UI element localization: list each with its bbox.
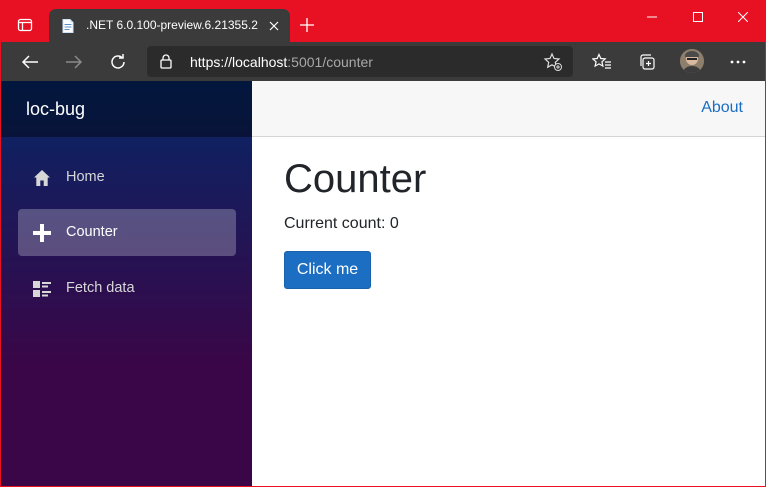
- top-row: About: [252, 81, 765, 137]
- address-bar[interactable]: https://localhost:5001/counter: [147, 46, 573, 77]
- add-favorite-icon[interactable]: [543, 52, 563, 77]
- browser-tab[interactable]: .NET 6.0.100-preview.6.21355.2: [49, 9, 290, 42]
- home-icon: [33, 169, 51, 187]
- web-page: loc-bug Home Counter Fetch data About Co…: [1, 81, 765, 486]
- minimize-icon[interactable]: [629, 1, 675, 33]
- refresh-icon[interactable]: [103, 47, 133, 77]
- more-icon[interactable]: [723, 47, 753, 77]
- nav-item-label: Counter: [66, 224, 118, 240]
- tab-actions-icon[interactable]: [9, 9, 41, 41]
- document-icon: [60, 18, 76, 34]
- collections-icon[interactable]: [632, 47, 662, 77]
- maximize-icon[interactable]: [675, 1, 721, 33]
- nav-item-label: Home: [66, 169, 105, 185]
- back-arrow-icon[interactable]: [15, 47, 45, 77]
- sidebar: loc-bug Home Counter Fetch data: [1, 81, 252, 486]
- browser-window: .NET 6.0.100-preview.6.21355.2 https://l…: [0, 0, 766, 487]
- list-rich-icon: [33, 280, 51, 298]
- brand-link[interactable]: loc-bug: [26, 99, 85, 120]
- plus-icon: [33, 224, 51, 242]
- url-text[interactable]: https://localhost:5001/counter: [190, 54, 373, 70]
- brand-bar: loc-bug: [1, 81, 252, 137]
- favorites-icon[interactable]: [587, 47, 617, 77]
- url-path: :5001/counter: [287, 54, 373, 70]
- url-host: https://localhost: [190, 54, 288, 70]
- new-tab-icon[interactable]: [295, 13, 319, 37]
- forward-arrow-icon[interactable]: [59, 47, 89, 77]
- profile-avatar[interactable]: [680, 49, 704, 73]
- tab-close-icon[interactable]: [265, 17, 283, 35]
- nav-item-counter[interactable]: Counter: [18, 209, 236, 256]
- tab-title: .NET 6.0.100-preview.6.21355.2: [86, 18, 258, 32]
- lock-icon[interactable]: [160, 54, 172, 74]
- close-icon[interactable]: [720, 1, 765, 33]
- nav-item-home[interactable]: Home: [18, 154, 236, 201]
- nav-item-fetch-data[interactable]: Fetch data: [18, 265, 236, 312]
- page-title: Counter: [284, 157, 427, 201]
- click-me-button[interactable]: Click me: [284, 251, 371, 289]
- current-count-text: Current count: 0: [284, 215, 399, 232]
- nav-item-label: Fetch data: [66, 280, 135, 296]
- title-bar: .NET 6.0.100-preview.6.21355.2: [1, 1, 765, 42]
- browser-toolbar: https://localhost:5001/counter: [1, 42, 765, 81]
- about-link[interactable]: About: [701, 99, 743, 117]
- main-content: Counter Current count: 0 Click me: [284, 157, 427, 289]
